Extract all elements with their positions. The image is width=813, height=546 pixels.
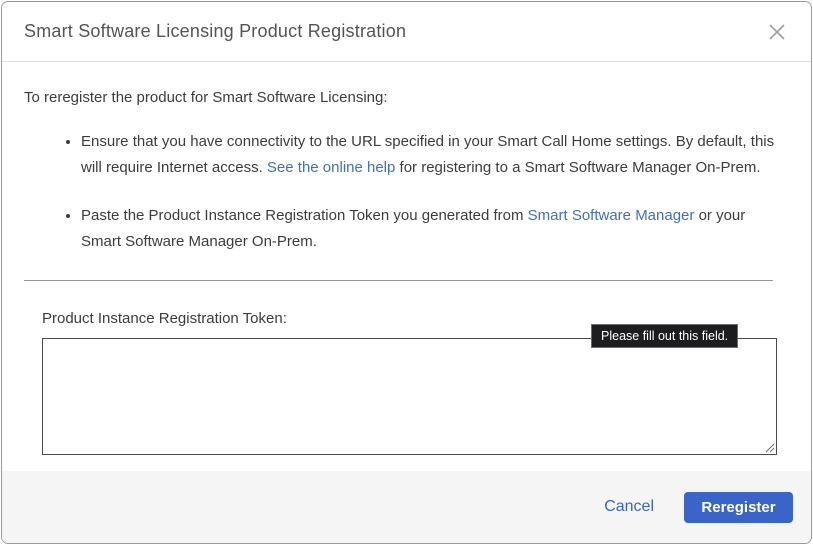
validation-tooltip: Please fill out this field. — [591, 324, 739, 348]
reregister-button[interactable]: Reregister — [684, 491, 793, 523]
validation-tooltip-text: Please fill out this field. — [601, 329, 729, 343]
instruction-list: Ensure that you have connectivity to the… — [64, 129, 785, 255]
token-input[interactable] — [42, 338, 777, 455]
token-textarea-wrap — [42, 338, 777, 455]
close-icon — [769, 23, 785, 40]
intro-text: To reregister the product for Smart Soft… — [24, 89, 388, 106]
bullet-text-pre: Paste the Product Instance Registration … — [81, 207, 528, 224]
cancel-button[interactable]: Cancel — [602, 494, 656, 520]
dialog-footer: Cancel Reregister — [2, 471, 811, 543]
online-help-link[interactable]: See the online help — [267, 159, 395, 176]
dialog-title: Smart Software Licensing Product Registr… — [24, 21, 407, 41]
bullet-text-post: for registering to a Smart Software Mana… — [395, 159, 761, 176]
dialog-header: Smart Software Licensing Product Registr… — [2, 2, 811, 62]
instruction-item-token: Paste the Product Instance Registration … — [64, 203, 785, 255]
instruction-item-connectivity: Ensure that you have connectivity to the… — [64, 129, 785, 181]
dialog-body: To reregister the product for Smart Soft… — [2, 62, 811, 455]
close-button[interactable] — [763, 18, 791, 46]
smart-software-manager-link[interactable]: Smart Software Manager — [528, 207, 695, 224]
registration-dialog: Smart Software Licensing Product Registr… — [1, 1, 812, 544]
section-divider — [24, 280, 773, 281]
